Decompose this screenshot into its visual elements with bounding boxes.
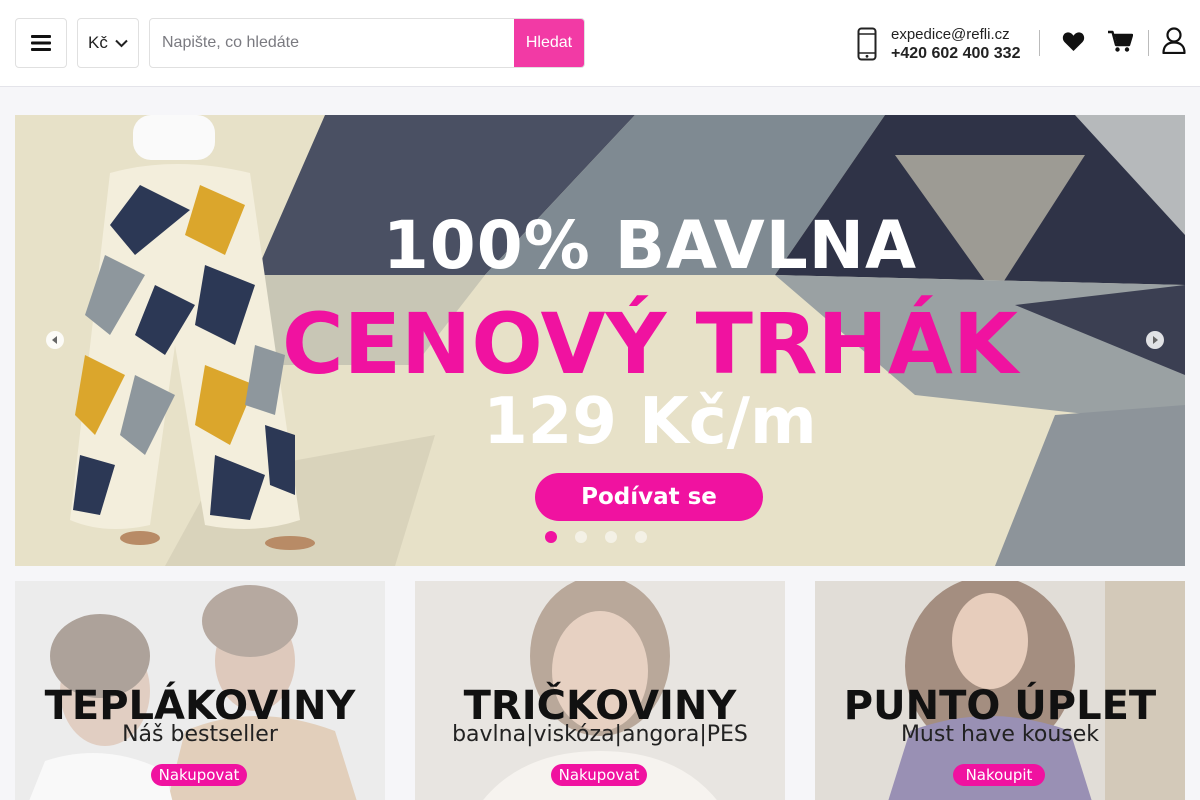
- slider-prev-button[interactable]: [46, 331, 64, 349]
- cart-icon[interactable]: [1108, 30, 1133, 53]
- currency-select[interactable]: Kč: [77, 18, 139, 68]
- slider-dot[interactable]: [545, 531, 557, 543]
- category-card-teplakoviny[interactable]: TEPLÁKOVINY Náš bestseller Nakupovat: [15, 581, 385, 800]
- hero-subheadline: CENOVÝ TRHÁK: [282, 295, 1018, 393]
- currency-label: Kč: [88, 33, 108, 52]
- search-box: Hledat: [149, 18, 585, 68]
- category-subtitle: bavlna|viskóza|angora|PES: [452, 722, 748, 747]
- slider-next-button[interactable]: [1146, 331, 1164, 349]
- category-shop-button[interactable]: Nakupovat: [551, 764, 647, 786]
- divider: [1039, 30, 1040, 56]
- search-input[interactable]: [150, 19, 514, 67]
- contact-email[interactable]: expedice@refli.cz: [891, 25, 1020, 44]
- category-subtitle: Náš bestseller: [122, 722, 278, 747]
- hero-headline: 100% BAVLNA: [382, 207, 918, 284]
- slider-dots: [545, 531, 647, 543]
- chevron-right-icon: [1153, 336, 1158, 344]
- slider-dot[interactable]: [635, 531, 647, 543]
- hero-cta-button[interactable]: Podívat se: [535, 473, 763, 521]
- chevron-left-icon: [52, 336, 57, 344]
- phone-icon: [857, 27, 877, 61]
- hero-price: 129 Kč/m: [483, 385, 817, 459]
- contact-phone[interactable]: +420 602 400 332: [891, 44, 1020, 63]
- category-card-trickoviny[interactable]: TRIČKOVINY bavlna|viskóza|angora|PES Nak…: [415, 581, 785, 800]
- divider: [1148, 30, 1149, 56]
- chevron-down-icon: [115, 39, 128, 47]
- search-button[interactable]: Hledat: [514, 19, 584, 67]
- category-subtitle: Must have kousek: [900, 722, 1100, 747]
- site-header: Kč Hledat expedice@refli.cz +420 602 400…: [0, 0, 1200, 87]
- hero-banner[interactable]: 100% BAVLNA CENOVÝ TRHÁK 129 Kč/m Podíva…: [15, 115, 1185, 566]
- heart-icon[interactable]: [1062, 31, 1085, 52]
- hamburger-icon: [31, 35, 51, 51]
- menu-button[interactable]: [15, 18, 67, 68]
- slider-dot[interactable]: [575, 531, 587, 543]
- category-card-punto-uplet[interactable]: PUNTO ÚPLET Must have kousek Nakoupit: [815, 581, 1185, 800]
- slider-dot[interactable]: [605, 531, 617, 543]
- category-shop-button[interactable]: Nakoupit: [953, 764, 1045, 786]
- user-icon[interactable]: [1162, 27, 1186, 54]
- category-shop-button[interactable]: Nakupovat: [151, 764, 247, 786]
- contact-info: expedice@refli.cz +420 602 400 332: [857, 25, 1020, 63]
